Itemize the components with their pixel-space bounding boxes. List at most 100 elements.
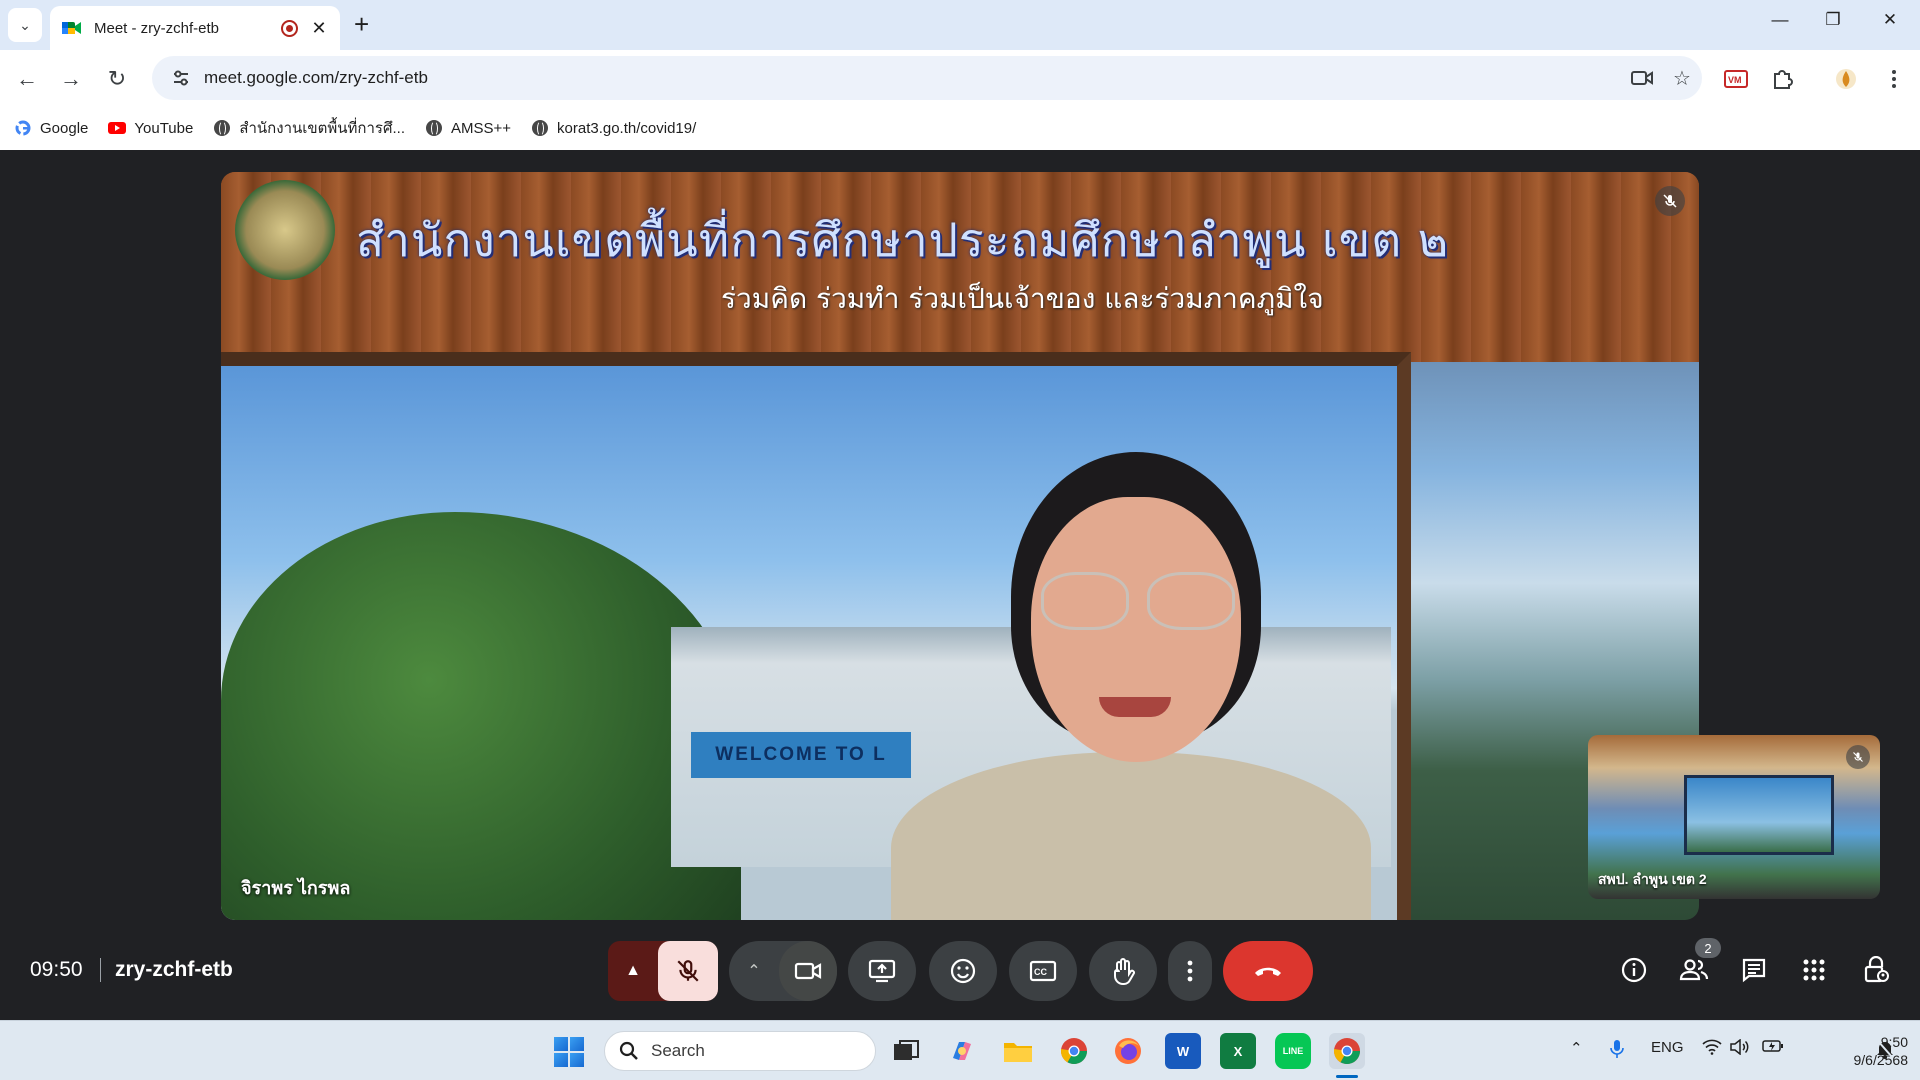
clock-time: 9:50 — [1880, 1034, 1908, 1050]
system-clock[interactable]: 9:50 9/6/2568 — [1842, 1033, 1909, 1069]
microsoft-word-icon[interactable]: W — [1165, 1033, 1201, 1069]
self-view-screen — [1684, 775, 1834, 855]
vm-extension-icon[interactable]: VM — [1720, 64, 1752, 94]
browser-menu-icon[interactable] — [1878, 64, 1910, 94]
mic-toggle-button[interactable] — [658, 941, 718, 1001]
microphone-control: ▲ — [608, 941, 718, 1001]
self-view-tile[interactable]: สพป. ลำพูน เขต 2 — [1588, 735, 1880, 899]
bookmark-label: YouTube — [134, 119, 194, 137]
line-app-icon[interactable]: LINE — [1275, 1033, 1311, 1069]
present-screen-icon — [868, 959, 896, 983]
chat-button[interactable] — [1734, 950, 1774, 990]
captions-icon: CC — [1029, 960, 1057, 982]
info-icon — [1621, 957, 1647, 983]
banner-subtitle: ร่วมคิด ร่วมทำ ร่วมเป็นเจ้าของ และร่วมภา… — [721, 282, 1324, 315]
meeting-details-button[interactable] — [1614, 950, 1654, 990]
microsoft-excel-icon[interactable]: X — [1220, 1033, 1256, 1069]
chevron-down-icon: ⌄ — [19, 16, 31, 33]
bookmark-amss[interactable]: AMSS++ — [425, 119, 511, 137]
meet-stage: WELCOME TO L สำนักงานเขตพื้นที่การศึกษาป… — [0, 150, 1920, 1020]
people-count-badge: 2 — [1695, 938, 1721, 958]
reload-button[interactable]: ↻ — [102, 64, 132, 94]
back-button[interactable]: ← — [12, 64, 42, 94]
file-explorer-icon[interactable] — [1000, 1033, 1036, 1069]
raise-hand-icon — [1114, 958, 1135, 985]
site-info-icon[interactable] — [166, 63, 196, 93]
firefox-icon[interactable] — [1110, 1033, 1146, 1069]
activities-button[interactable] — [1794, 950, 1834, 990]
browser-tab-bar: ⌄ Meet - zry-zchf-etb ✕ + — ❐ ✕ — [0, 0, 1920, 50]
taskbar-search[interactable]: Search — [604, 1031, 876, 1071]
forward-button[interactable]: → — [56, 64, 86, 94]
windows-taskbar: Search W X LINE ⌃ ENG 9:50 9/6/2568 — [0, 1020, 1920, 1080]
raise-hand-button[interactable] — [1089, 941, 1157, 1001]
bookmark-label: AMSS++ — [450, 119, 512, 137]
main-participant-tile[interactable]: WELCOME TO L สำนักงานเขตพื้นที่การศึกษาป… — [221, 172, 1699, 920]
more-vert-icon — [1187, 960, 1193, 982]
host-controls-button[interactable] — [1856, 950, 1896, 990]
google-chrome-icon[interactable] — [1056, 1033, 1092, 1069]
chat-icon — [1742, 958, 1766, 983]
recording-indicator-icon — [281, 19, 298, 37]
captions-button[interactable]: CC — [1009, 941, 1077, 1001]
battery-icon[interactable] — [1762, 1039, 1784, 1057]
more-options-button[interactable] — [1168, 941, 1212, 1001]
divider — [100, 958, 101, 982]
url-text[interactable]: meet.google.com/zry-zchf-etb — [204, 68, 1622, 88]
present-screen-button[interactable] — [848, 941, 916, 1001]
active-app-indicator — [1336, 1075, 1358, 1078]
bookmark-lamphun-office[interactable]: สำนักงานเขตพื้นที่การศึ... — [213, 116, 405, 140]
google-chrome-active-icon[interactable] — [1329, 1033, 1365, 1069]
bookmark-label: สำนักงานเขตพื้นที่การศึ... — [239, 120, 405, 137]
office-seal-logo — [235, 180, 335, 280]
camera-toggle-button[interactable] — [779, 941, 837, 1001]
youtube-icon — [108, 119, 127, 137]
windows-start-button[interactable] — [554, 1037, 584, 1067]
globe-icon — [425, 119, 443, 137]
camera-control: ⌃ — [729, 941, 837, 1001]
bookmark-label: korat3.go.th/covid19/ — [557, 119, 697, 137]
globe-icon — [531, 119, 549, 137]
notifications-bell-icon[interactable] — [1876, 1039, 1894, 1063]
address-bar[interactable]: meet.google.com/zry-zchf-etb ☆ — [152, 56, 1702, 100]
bookmark-google[interactable]: Google — [14, 119, 88, 137]
new-tab-button[interactable]: + — [354, 10, 369, 38]
minimize-button[interactable]: — — [1752, 10, 1808, 30]
extensions-puzzle-icon[interactable] — [1766, 64, 1798, 94]
close-window-button[interactable]: ✕ — [1862, 10, 1918, 30]
bookmark-korat3[interactable]: korat3.go.th/covid19/ — [531, 119, 696, 137]
show-hidden-icons-button[interactable]: ⌃ — [1570, 1039, 1583, 1057]
bookmark-label: Google — [40, 119, 89, 137]
bookmark-youtube[interactable]: YouTube — [108, 119, 193, 137]
microphone-tray-icon[interactable] — [1610, 1039, 1624, 1063]
lock-person-icon — [1864, 956, 1889, 983]
leave-call-button[interactable] — [1223, 941, 1313, 1001]
svg-text:CC: CC — [1034, 967, 1047, 977]
clock-date: 9/6/2568 — [1853, 1052, 1909, 1068]
audio-options-button[interactable]: ▲ — [608, 941, 658, 1001]
video-options-button[interactable]: ⌃ — [729, 941, 779, 1001]
bookmarks-bar: Google YouTube สำนักงานเขตพื้นที่การศึ..… — [0, 106, 1920, 150]
tab-search-button[interactable]: ⌄ — [8, 8, 42, 42]
language-indicator[interactable]: ENG — [1651, 1039, 1684, 1056]
mic-off-icon — [1846, 745, 1870, 769]
browser-toolbar: ← → ↻ meet.google.com/zry-zchf-etb ☆ VM — [0, 50, 1920, 106]
profile-avatar[interactable] — [1830, 64, 1862, 94]
restore-button[interactable]: ❐ — [1805, 10, 1861, 30]
bookmark-star-icon[interactable]: ☆ — [1662, 58, 1702, 98]
banner-title: สำนักงานเขตพื้นที่การศึกษาประถมศึกษาลำพู… — [356, 213, 1450, 267]
mic-off-icon — [1655, 186, 1685, 216]
close-tab-icon[interactable]: ✕ — [310, 18, 328, 39]
browser-tab-meet[interactable]: Meet - zry-zchf-etb ✕ — [50, 6, 340, 50]
svg-text:VM: VM — [1728, 75, 1742, 85]
copilot-icon[interactable] — [944, 1033, 980, 1069]
tab-title: Meet - zry-zchf-etb — [94, 19, 220, 37]
camera-in-use-icon[interactable] — [1622, 58, 1662, 98]
people-icon — [1679, 959, 1709, 981]
task-view-icon[interactable] — [888, 1033, 924, 1069]
search-icon — [619, 1041, 638, 1060]
wifi-icon[interactable] — [1702, 1039, 1722, 1059]
reactions-button[interactable] — [929, 941, 997, 1001]
participant-video — [861, 452, 1371, 920]
volume-icon[interactable] — [1730, 1038, 1750, 1059]
